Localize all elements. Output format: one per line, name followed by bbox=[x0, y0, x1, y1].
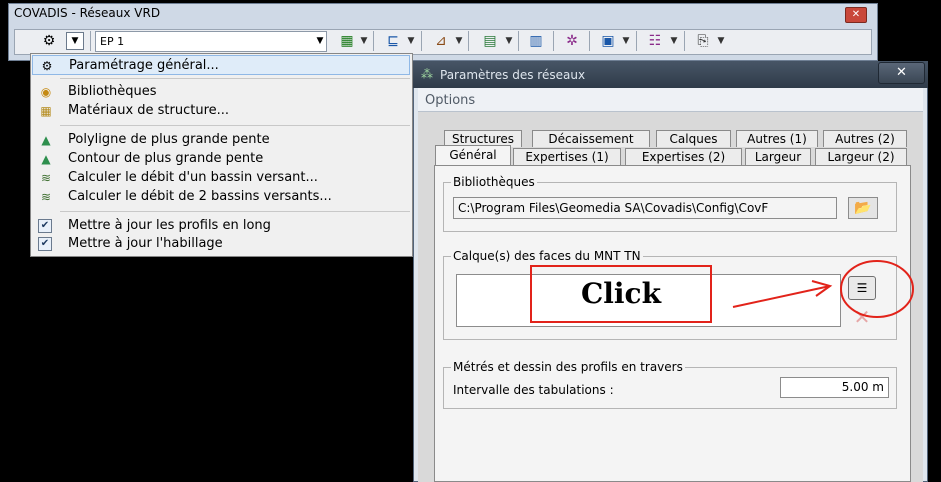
menu-item-materiaux[interactable]: ▦ Matériaux de structure... bbox=[32, 101, 410, 121]
menu-item-label: Contour de plus grande pente bbox=[68, 151, 264, 166]
chevron-down-icon[interactable]: ▼ bbox=[358, 31, 370, 51]
menu-item-label: Mettre à jour les profils en long bbox=[68, 218, 271, 233]
network-draw-icon[interactable]: ▦ bbox=[336, 31, 358, 51]
menu-item-label: Mettre à jour l'habillage bbox=[68, 236, 223, 251]
toolbar-separator bbox=[684, 31, 685, 51]
export-icon[interactable]: ⎘ bbox=[692, 31, 714, 51]
watershed-icon: ≋ bbox=[40, 190, 52, 204]
materials-icon: ▦ bbox=[40, 104, 52, 118]
menu-item-label: Calculer le débit d'un bassin versant... bbox=[68, 170, 318, 185]
tab-largeur-2[interactable]: Largeur (2) bbox=[815, 148, 907, 165]
toolbar-separator bbox=[468, 31, 469, 51]
group-bibliotheques-label: Bibliothèques bbox=[451, 175, 537, 189]
menu-item-parametrage-general[interactable]: ⚙ Paramétrage général... bbox=[32, 55, 410, 75]
menu-item-polyligne[interactable]: ▲ Polyligne de plus grande pente bbox=[32, 130, 410, 150]
library-icon: ◉ bbox=[40, 85, 52, 99]
check-icon: ✔ bbox=[38, 219, 52, 233]
menu-item-label: Paramétrage général... bbox=[69, 58, 219, 73]
intervalle-input[interactable]: 5.00 m bbox=[780, 377, 889, 398]
tab-autres-2[interactable]: Autres (2) bbox=[823, 130, 907, 147]
dialog-close-button[interactable]: ✕ bbox=[878, 62, 925, 84]
network-layer-select[interactable]: EP 1 bbox=[95, 31, 327, 52]
menu-item-debit-2[interactable]: ≋ Calculer le débit de 2 bassins versant… bbox=[32, 187, 410, 207]
toolbar-separator bbox=[589, 31, 590, 51]
tab-expertises-1[interactable]: Expertises (1) bbox=[513, 148, 621, 165]
menu-item-contour[interactable]: ▲ Contour de plus grande pente bbox=[32, 149, 410, 169]
tab-autres-1[interactable]: Autres (1) bbox=[736, 130, 818, 147]
menu-item-label: Matériaux de structure... bbox=[68, 103, 230, 118]
chevron-down-icon[interactable]: ▼ bbox=[503, 31, 515, 51]
settings-icon[interactable]: ⚙ bbox=[38, 31, 60, 51]
dialog-title: Paramètres des réseaux bbox=[440, 68, 586, 82]
toolbar-separator bbox=[421, 31, 422, 51]
group-metres-label: Métrés et dessin des profils en travers bbox=[451, 360, 685, 374]
menu-separator bbox=[60, 78, 410, 79]
options-bar bbox=[418, 88, 923, 112]
group-calques-label: Calque(s) des faces du MNT TN bbox=[451, 249, 643, 263]
chevron-down-icon[interactable]: ▼ bbox=[715, 31, 727, 51]
table-icon[interactable]: ▥ bbox=[525, 31, 547, 51]
tools-icon[interactable]: ✲ bbox=[561, 31, 583, 51]
check-icon: ✔ bbox=[38, 237, 52, 251]
intervalle-label: Intervalle des tabulations : bbox=[453, 383, 614, 397]
section-icon[interactable]: ☷ bbox=[644, 31, 666, 51]
menu-item-debit-1[interactable]: ≋ Calculer le débit d'un bassin versant.… bbox=[32, 168, 410, 188]
chevron-down-icon[interactable]: ▼ bbox=[405, 31, 417, 51]
layers-icon: ☰ bbox=[856, 281, 868, 295]
tab-expertises-2[interactable]: Expertises (2) bbox=[625, 148, 742, 165]
options-label[interactable]: Options bbox=[425, 93, 475, 108]
add-layer-button[interactable]: ☰ bbox=[848, 276, 876, 300]
terrain-icon: ▲ bbox=[41, 133, 51, 147]
menu-item-maj-habillage[interactable]: ✔ Mettre à jour l'habillage bbox=[32, 234, 410, 254]
menu-separator bbox=[60, 211, 410, 212]
tab-general[interactable]: Général bbox=[435, 145, 511, 166]
toolbar-separator bbox=[90, 31, 91, 51]
pipe-icon[interactable]: ⊿ bbox=[430, 31, 452, 51]
menu-item-label: Polyligne de plus grande pente bbox=[68, 132, 270, 147]
settings-icon: ⚙ bbox=[41, 59, 53, 73]
profile-icon[interactable]: ⊑ bbox=[382, 31, 404, 51]
click-annotation-text: Click bbox=[580, 277, 661, 310]
dialog-app-icon: ⁂ bbox=[421, 67, 433, 81]
chevron-down-icon[interactable]: ▼ bbox=[668, 31, 680, 51]
bibliotheques-path-field[interactable]: C:\Program Files\Geomedia SA\Covadis\Con… bbox=[453, 197, 837, 219]
toolbar-separator bbox=[373, 31, 374, 51]
menu-item-bibliotheques[interactable]: ◉ Bibliothèques bbox=[32, 82, 410, 102]
chevron-down-icon[interactable]: ▼ bbox=[314, 32, 326, 50]
toolbar-close-button[interactable]: ✕ bbox=[845, 7, 867, 23]
terrain-icon: ▲ bbox=[41, 152, 51, 166]
browse-folder-button[interactable]: 📂 bbox=[848, 197, 878, 219]
close-icon: ✕ bbox=[853, 305, 871, 329]
folder-open-icon: 📂 bbox=[854, 200, 872, 216]
watershed-icon: ≋ bbox=[40, 171, 52, 185]
toolbar-separator bbox=[518, 31, 519, 51]
delete-layer-button[interactable]: ✕ bbox=[848, 306, 876, 328]
tab-calques[interactable]: Calques bbox=[656, 130, 731, 147]
menu-item-label: Bibliothèques bbox=[68, 84, 157, 99]
report-icon[interactable]: ▣ bbox=[597, 31, 619, 51]
menu-item-label: Calculer le débit de 2 bassins versants.… bbox=[68, 189, 332, 204]
chevron-down-icon[interactable]: ▼ bbox=[453, 31, 465, 51]
chevron-down-icon[interactable]: ▼ bbox=[620, 31, 632, 51]
settings-dropdown-button[interactable]: ▼ bbox=[66, 32, 84, 50]
tab-largeur[interactable]: Largeur bbox=[745, 148, 811, 165]
menu-separator bbox=[60, 125, 410, 126]
menu-item-maj-profils[interactable]: ✔ Mettre à jour les profils en long bbox=[32, 216, 410, 236]
toolbar-separator bbox=[636, 31, 637, 51]
toolbar-window-title: COVADIS - Réseaux VRD bbox=[14, 6, 161, 20]
toolbar-separator bbox=[553, 31, 554, 51]
tab-decaissement[interactable]: Décaissement bbox=[532, 130, 650, 147]
manhole-icon[interactable]: ▤ bbox=[479, 31, 501, 51]
